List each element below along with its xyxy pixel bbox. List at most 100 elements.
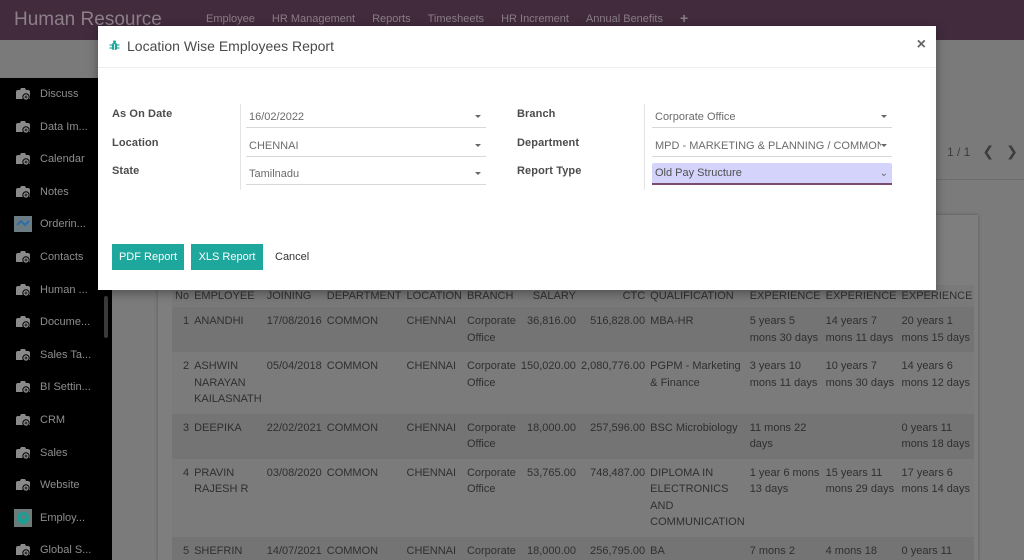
- sidebar-item[interactable]: Sales: [0, 441, 104, 465]
- location-field[interactable]: CHENNAI: [246, 135, 486, 157]
- app-icon: [13, 85, 33, 103]
- report-type-select[interactable]: Old Pay Structure ⌄: [652, 163, 892, 185]
- table-cell: DEEPIKA: [191, 413, 264, 459]
- plus-icon[interactable]: +: [680, 10, 688, 26]
- app-icon: [13, 150, 33, 168]
- table-cell: 257,596.00: [577, 413, 648, 459]
- state-field[interactable]: Tamilnadu: [246, 163, 486, 185]
- sidebar-item[interactable]: Calendar: [0, 147, 104, 171]
- chevron-left-icon[interactable]: ❮: [982, 143, 994, 160]
- sidebar-item[interactable]: Notes: [0, 180, 104, 204]
- menu-hr-increment[interactable]: HR Increment: [501, 13, 569, 26]
- as-on-date-field[interactable]: 16/02/2022: [246, 106, 486, 128]
- sidebar-item-label: Sales: [40, 446, 68, 459]
- table-cell: 20 years 1 mons 15 days: [898, 307, 975, 352]
- menu-reports[interactable]: Reports: [372, 13, 411, 26]
- pdf-report-button[interactable]: PDF Report: [112, 244, 184, 270]
- app-icon: [13, 346, 33, 364]
- table-cell: PGPM - Marketing & Finance: [647, 352, 747, 414]
- sidebar-item[interactable]: Docume...: [0, 310, 104, 334]
- report-table: No EMPLOYEE JOINING DEPARTMENT LOCATION BRANC…: [172, 285, 975, 560]
- menu-hr-management[interactable]: HR Management: [272, 13, 355, 26]
- cancel-button[interactable]: Cancel: [275, 251, 309, 263]
- dialog-header: Location Wise Employees Report ×: [98, 26, 936, 68]
- branch-field[interactable]: Corporate Office: [652, 106, 892, 128]
- table-cell: CHENNAI: [403, 352, 464, 414]
- table-cell: DIPLOMA IN ELECTRONICS AND COMMUNICATION: [647, 458, 747, 537]
- app-icon: [13, 476, 33, 494]
- report-type-label: Report Type: [517, 165, 582, 177]
- caret-down-icon: [475, 172, 481, 175]
- sidebar-item[interactable]: Discuss: [0, 82, 104, 106]
- table-cell: 748,487.00: [577, 458, 648, 537]
- sidebar-item[interactable]: Contacts: [0, 245, 104, 269]
- sidebar-item[interactable]: Employ...: [0, 506, 104, 530]
- sidebar-item[interactable]: Sales Ta...: [0, 343, 104, 367]
- table-cell: 36,816.00: [517, 307, 578, 352]
- sidebar-item-label: Website: [40, 479, 80, 492]
- department-field[interactable]: MPD - MARKETING & PLANNING / COMMON: [652, 135, 892, 157]
- table-cell: 05/04/2018: [263, 352, 324, 414]
- table-cell: ANANDHI: [191, 307, 264, 352]
- table-cell: SHEFRIN: [191, 536, 264, 560]
- table-cell: 256,795.00: [577, 536, 648, 560]
- table-cell: 10 years 7 mons 30 days: [822, 352, 899, 414]
- pager: 1 / 1 ❮ ❯: [947, 143, 1018, 160]
- sidebar-item-label: Contacts: [40, 251, 84, 263]
- table-cell: 17 years 6 mons 14 days: [898, 458, 975, 537]
- sidebar-item[interactable]: BI Settin...: [0, 375, 104, 399]
- sidebar-item-label: Notes: [40, 185, 69, 198]
- table-row: 4 PRAVIN RAJESH R 03/08/2020 COMMON CHENNAI C…: [172, 458, 975, 537]
- state-label: State: [112, 165, 140, 177]
- sidebar-item-label: Employ...: [40, 511, 86, 524]
- table-cell: Corporate: [463, 536, 518, 560]
- table-cell: Corporate Office: [463, 458, 518, 537]
- table-cell: 1: [172, 307, 192, 352]
- app-icon: [13, 411, 33, 429]
- table-row: 3 DEEPIKA 22/02/2021 COMMON CHENNAI Corporate…: [172, 413, 975, 459]
- report-wizard-dialog: Location Wise Employees Report × As On D…: [98, 26, 936, 290]
- menu-annual-benefits[interactable]: Annual Benefits: [586, 13, 663, 26]
- sidebar-item[interactable]: Orderin...: [0, 212, 104, 236]
- sidebar-item[interactable]: Global S...: [0, 538, 104, 560]
- table-cell: [822, 413, 899, 459]
- table-cell: CHENNAI: [403, 458, 464, 537]
- sidebar-item-label: Discuss: [40, 88, 79, 100]
- menu-timesheets[interactable]: Timesheets: [428, 13, 484, 26]
- chevron-right-icon[interactable]: ❯: [1006, 143, 1018, 160]
- sidebar-item-label: Calendar: [40, 153, 85, 166]
- table-cell: 5: [172, 536, 192, 560]
- table-cell: 3: [172, 413, 192, 459]
- handshake-icon: [13, 215, 33, 233]
- table-cell: 4: [172, 458, 192, 537]
- table-cell: 2,080,776.00: [577, 352, 648, 414]
- table-row: 5 SHEFRIN 14/07/2021 COMMON CHENNAI Corporate…: [172, 536, 975, 560]
- branch-label: Branch: [517, 108, 556, 120]
- sidebar-scrollbar[interactable]: [104, 296, 108, 338]
- table-cell: Corporate Office: [463, 413, 518, 459]
- table-cell: ASHWIN NARAYAN KAILASNATH: [191, 352, 264, 414]
- table-cell: BSC Microbiology: [647, 413, 747, 459]
- column-divider: [644, 104, 645, 190]
- table-cell: 0 years 11 mons 18 days: [898, 413, 975, 459]
- table-cell: COMMON: [323, 458, 404, 537]
- table-cell: 11 mons 22 days: [746, 413, 823, 459]
- menu-employee[interactable]: Employee: [206, 13, 255, 26]
- table-cell: 2: [172, 352, 192, 414]
- sidebar-item[interactable]: CRM: [0, 408, 104, 432]
- xls-report-button[interactable]: XLS Report: [191, 244, 263, 270]
- app-icon: [13, 248, 33, 266]
- table-cell: COMMON: [323, 307, 404, 352]
- app-icon: [13, 313, 33, 331]
- sidebar-item[interactable]: Human ...: [0, 278, 104, 302]
- table-cell: Corporate Office: [463, 307, 518, 352]
- table-cell: COMMON: [323, 536, 404, 560]
- table-cell: 3 years 10 mons 11 days: [746, 352, 823, 414]
- sidebar-item-label: Data Im...: [40, 120, 88, 133]
- pager-value: 1 / 1: [947, 144, 971, 159]
- sidebar-item[interactable]: Data Im...: [0, 115, 104, 139]
- sidebar-item[interactable]: Website: [0, 473, 104, 497]
- close-icon[interactable]: ×: [917, 36, 926, 54]
- table-cell: 14/07/2021: [263, 536, 324, 560]
- caret-down-icon: [881, 144, 887, 147]
